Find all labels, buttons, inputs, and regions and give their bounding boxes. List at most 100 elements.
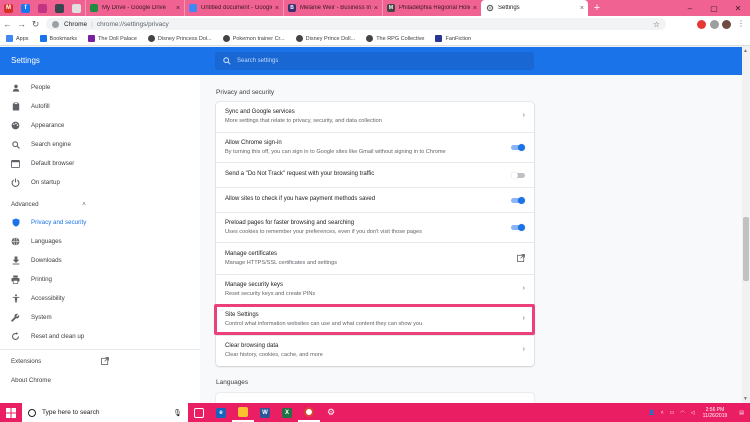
settings-header: Settings Search settings xyxy=(0,47,742,75)
tab-google-docs[interactable]: Untitled document - Google Docs × xyxy=(184,0,283,16)
google-drive-icon xyxy=(90,4,98,12)
tab-philadelphia-holiday[interactable]: M Philadelphia Regional Holiday × xyxy=(382,0,481,16)
row-clear-browsing-data[interactable]: Clear browsing data Clear history, cooki… xyxy=(216,335,534,366)
close-window-icon[interactable]: ✕ xyxy=(726,4,750,13)
close-icon[interactable]: × xyxy=(275,5,279,12)
search-settings-input[interactable]: Search settings xyxy=(215,52,534,70)
facebook-icon: f xyxy=(21,3,30,13)
bookmark-rpg-collective[interactable]: The RPG Collective xyxy=(366,35,424,42)
extension-icon-2[interactable] xyxy=(710,20,719,29)
notifications-icon[interactable]: ▤ xyxy=(739,410,744,416)
pinned-tab-5[interactable] xyxy=(68,0,85,16)
taskbar-app-settings[interactable]: ⚙ xyxy=(320,403,342,422)
start-button[interactable] xyxy=(0,403,22,422)
sidebar-advanced-toggle[interactable]: Advanced ˄ xyxy=(11,201,86,208)
sidebar-item-privacy[interactable]: Privacy and security xyxy=(11,218,86,227)
kebab-menu-icon[interactable]: ⋮ xyxy=(737,19,745,28)
toggle-knob xyxy=(518,224,525,231)
battery-icon[interactable]: ▭ xyxy=(670,410,675,416)
page-icon xyxy=(72,3,81,13)
address-bar[interactable]: Chrome | chrome://settings/privacy ☆ xyxy=(46,18,666,30)
extension-icon[interactable] xyxy=(697,20,706,29)
page-scrollbar[interactable]: ▲ ▼ xyxy=(742,47,750,403)
toggle-chrome-signin[interactable] xyxy=(511,144,525,151)
sidebar-item-extensions[interactable]: Extensions xyxy=(11,358,41,365)
chevron-up-icon[interactable]: ˄ xyxy=(661,410,664,416)
toggle-do-not-track[interactable] xyxy=(511,172,525,179)
scroll-down-icon[interactable]: ▼ xyxy=(743,396,748,402)
sidebar-item-languages[interactable]: Languages xyxy=(11,237,62,246)
tab-settings[interactable]: Settings × xyxy=(481,0,588,16)
sidebar-item-search-engine[interactable]: Search engine xyxy=(11,140,71,149)
close-icon[interactable]: × xyxy=(473,5,477,12)
site-favicon xyxy=(88,35,96,42)
sidebar-item-label: System xyxy=(31,314,52,321)
row-site-settings[interactable]: Site Settings Control what information w… xyxy=(216,304,534,335)
close-icon[interactable]: × xyxy=(374,5,378,12)
reload-icon[interactable]: ↻ xyxy=(29,19,42,30)
bookmark-bookmarks[interactable]: Bookmarks xyxy=(39,35,77,42)
sidebar-divider xyxy=(0,349,200,350)
sidebar-item-reset[interactable]: Reset and clean up xyxy=(11,332,84,341)
toggle-preload-pages[interactable] xyxy=(511,224,525,231)
sidebar-item-people[interactable]: People xyxy=(11,83,50,92)
pinned-tab-2[interactable]: f xyxy=(17,0,34,16)
page-title: Settings xyxy=(11,56,40,65)
sidebar-item-default-browser[interactable]: Default browser xyxy=(11,159,74,168)
avatar[interactable] xyxy=(722,20,731,29)
pinned-tab-4[interactable] xyxy=(51,0,68,16)
sidebar-item-about-chrome[interactable]: About Chrome xyxy=(11,377,51,384)
taskbar-app-excel[interactable]: X xyxy=(276,403,298,422)
pinned-tab-1[interactable]: M xyxy=(0,0,17,16)
back-icon[interactable]: ← xyxy=(1,19,14,29)
toggle-payment-methods[interactable] xyxy=(511,197,525,204)
bookmark-doll-palace[interactable]: The Doll Palace xyxy=(88,35,137,42)
pinned-tab-3[interactable] xyxy=(34,0,51,16)
taskbar-app-chrome[interactable] xyxy=(298,403,320,422)
new-tab-button[interactable]: + xyxy=(588,0,606,16)
maximize-icon[interactable]: ▢ xyxy=(702,4,726,13)
scrollbar-thumb[interactable] xyxy=(743,217,749,281)
row-manage-security-keys[interactable]: Manage security keys Reset security keys… xyxy=(216,274,534,304)
close-icon[interactable]: × xyxy=(580,5,584,12)
tab-business-insider[interactable]: B Melanie Weir - Business Insider × xyxy=(283,0,382,16)
sidebar-item-downloads[interactable]: Downloads xyxy=(11,256,62,265)
wifi-icon[interactable]: ◠ xyxy=(680,410,684,416)
taskbar-clock[interactable]: 2:56 PM 11/26/2019 xyxy=(703,407,728,419)
sidebar-item-label: Default browser xyxy=(31,160,75,167)
browser-toolbar: ← → ↻ Chrome | chrome://settings/privacy… xyxy=(0,16,750,32)
microphone-icon[interactable]: 🎙 xyxy=(173,409,182,417)
task-view-icon xyxy=(194,407,204,418)
site-favicon xyxy=(435,35,443,42)
sidebar-item-accessibility[interactable]: Accessibility xyxy=(11,294,65,303)
taskbar-app-word[interactable]: W xyxy=(254,403,276,422)
forward-icon[interactable]: → xyxy=(15,19,28,29)
sidebar-item-system[interactable]: System xyxy=(11,313,52,322)
bookmark-fanfiction[interactable]: FanFiction xyxy=(435,35,471,42)
row-subtitle: Clear history, cookies, cache, and more xyxy=(225,352,323,358)
sidebar-item-printing[interactable]: Printing xyxy=(11,275,52,284)
tab-google-drive[interactable]: My Drive - Google Drive × xyxy=(85,0,184,16)
address-separator: | xyxy=(91,20,93,28)
bookmark-disney-prince[interactable]: Disney Prince Doll... xyxy=(295,35,355,42)
sidebar-item-appearance[interactable]: Appearance xyxy=(11,121,64,130)
bookmark-disney-princess[interactable]: Disney Princess Dol... xyxy=(147,35,212,42)
bookmark-star-icon[interactable]: ☆ xyxy=(653,20,660,29)
volume-icon[interactable]: ◁ xyxy=(691,410,695,416)
bookmark-apps[interactable]: Apps xyxy=(6,35,29,42)
bookmark-pokemon[interactable]: Pokemon trainer Cr... xyxy=(222,35,285,42)
taskbar-search-input[interactable]: Type here to search 🎙 xyxy=(22,403,188,422)
person-icon[interactable]: 👤 xyxy=(648,410,654,416)
row-sync-google-services[interactable]: Sync and Google services More settings t… xyxy=(216,102,534,132)
sidebar-item-on-startup[interactable]: On startup xyxy=(11,178,60,187)
minimize-icon[interactable]: – xyxy=(678,4,702,13)
close-icon[interactable]: × xyxy=(176,5,180,12)
row-manage-certificates[interactable]: Manage certificates Manage HTTPS/SSL cer… xyxy=(216,242,534,274)
scroll-up-icon[interactable]: ▲ xyxy=(743,48,748,54)
taskbar-app-edge[interactable]: e xyxy=(210,403,232,422)
extensions-label: Extensions xyxy=(11,358,42,365)
open-in-new-icon[interactable] xyxy=(101,357,109,365)
taskbar-app-explorer[interactable] xyxy=(232,403,254,422)
task-view-button[interactable] xyxy=(188,403,210,422)
sidebar-item-autofill[interactable]: Autofill xyxy=(11,102,50,111)
